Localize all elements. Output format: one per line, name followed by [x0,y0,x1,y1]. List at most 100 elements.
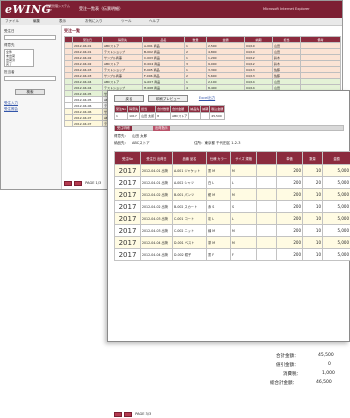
subtotal-value: 45,500 [318,353,334,358]
table-cell: 2017 [115,225,141,237]
table-cell: 2012-04-03 出荷 [141,225,173,237]
menu-item[interactable]: お気に入り [85,19,103,24]
table-row[interactable]: 20172012-04-02 出荷B-002 スカート赤 SS200105,00… [115,201,350,213]
table-cell: 紺 M [207,189,231,201]
detail-pager: PAGE 3/3 [114,412,151,418]
table-cell: 2012-04-07 [73,121,103,127]
summary-header-cell: 税込金額 [210,106,225,113]
table-row[interactable]: 20172012-04-02 出荷B-001 パンツ紺 MM200105,000 [115,189,350,201]
table-cell: 5,000 [323,177,350,189]
table-cell: M [231,225,257,237]
summary-header-cell: 納期 [201,106,210,113]
subtotal-label: 合計金額： [276,353,299,359]
logo-subtitle-line: ERP [46,9,70,13]
menu-item[interactable]: ヘルプ [149,19,160,24]
next-page-button[interactable] [124,412,132,417]
table-cell: 10 [303,225,323,237]
table-cell: B-001 パンツ [173,189,207,201]
table-cell: 2017 [115,249,141,261]
table-cell: 2017 [115,177,141,189]
customer-label: 得意先： [114,134,128,139]
table-row[interactable]: 20172012-04-03 出荷C-001 コート灰 LL200105,000 [115,213,350,225]
table-cell: M [231,189,257,201]
table-cell: 5,000 [323,237,350,249]
menu-item[interactable]: 編集 [33,19,40,24]
prev-page-button[interactable] [114,412,122,417]
pager: PAGE 1/3 [64,181,101,187]
page-indicator: PAGE 1/3 [85,181,101,185]
tax-label: 消費税： [283,371,301,377]
table-cell [257,225,277,237]
table-cell: 2012-04-02 出荷 [141,189,173,201]
summary-value-cell: 8 [156,113,171,120]
table-cell [257,165,277,177]
table-row[interactable]: 20172012-04-04 出荷D-002 帽子黒 FF200105,000 [115,249,350,261]
column-header: サイズ 規格 [231,152,257,165]
tax-value: 1,000 [322,371,335,376]
table-cell: 白 L [207,177,231,189]
delivery-address: 住所：東京都 千代田区 1-2-3 [194,141,240,146]
table-cell: 2017 [115,189,141,201]
menu-item[interactable]: ツール [121,19,132,24]
excel-link[interactable]: Excel出力 [192,95,222,102]
table-row[interactable]: 20172012-04-01 出荷A-001 ジャケット黒 MM200105,0… [115,165,350,177]
summary-header-cell: 納品先 [189,106,201,113]
summary-value-row: 11017山田 太郎8ABCストア45,500 [115,113,225,120]
back-button[interactable]: 戻る [114,95,144,102]
table-cell: S [231,201,257,213]
menu-item[interactable]: 表示 [59,19,66,24]
summary-header-cell: 受注No [115,106,128,113]
logo-subtitle: 販売管理システム ERP [46,5,70,12]
list-item[interactable]: 完了 [5,62,33,66]
status-list[interactable]: 全件 未出荷 出荷済 完了 [4,49,34,67]
table-cell: 2012-04-02 出荷 [141,201,173,213]
table-cell: 灰 L [207,213,231,225]
table-cell: 10 [303,165,323,177]
table-cell: 5,000 [323,225,350,237]
table-cell: 5,000 [323,213,350,225]
table-cell: C-002 ニット [173,225,207,237]
table-cell: 200 [277,237,303,249]
table-cell: M [231,237,257,249]
search-button[interactable]: 検索 [15,89,45,95]
table-cell: 2012-04-03 出荷 [141,213,173,225]
table-cell: 2012-04-04 出荷 [141,249,173,261]
table-cell: 200 [277,213,303,225]
prev-page-button[interactable] [64,181,72,186]
table-row[interactable]: 20172012-04-04 出荷D-001 ベスト茶 MM200105,000 [115,237,350,249]
date-field[interactable] [4,35,56,40]
menu-item[interactable]: ファイル [5,19,19,24]
table-cell [257,249,277,261]
link-order-entry[interactable]: 受注入力 [4,101,18,106]
table-row[interactable]: 20172012-04-01 出荷A-002 シャツ白 LL200205,000 [115,177,350,189]
table-cell: 200 [277,249,303,261]
tab-shipping[interactable]: 出荷指示 [153,126,170,131]
column-header: 金額 [323,152,350,165]
discount-label: 値引金額： [276,362,299,368]
total-value: 46,500 [316,380,332,385]
column-header: 受注日 出荷日 [141,152,173,165]
summary-value-cell [189,113,201,120]
preview-button[interactable]: 印刷プレビュー [148,95,188,102]
table-cell: 10 [303,201,323,213]
summary-value-cell: 1017 [128,113,140,120]
summary-value-cell: 45,500 [210,113,225,120]
staff-field[interactable] [4,76,56,81]
table-cell [257,237,277,249]
summary-table: 受注No得意先担当合計数量合計金額納品先納期税込金額 11017山田 太郎8AB… [114,105,225,120]
delivery-label: 納品先： [114,141,128,146]
tab-order-details[interactable]: 受注明細 [115,126,132,131]
table-cell: 黒 F [207,249,231,261]
link-order-inquiry[interactable]: 受注照会 [4,107,18,112]
table-cell: 5,000 [323,165,350,177]
discount-value: 0 [328,362,331,367]
table-row[interactable]: 20172012-04-03 出荷C-002 ニット緑 MM200105,000 [115,225,350,237]
table-cell: 5,000 [323,201,350,213]
customer-label: 得意先 [4,43,15,48]
detail-grid: 受注No受注日 出荷日品番 品名仕様 カラーサイズ 規格単価数量金額 20172… [114,151,350,261]
table-cell: 2017 [115,165,141,177]
next-page-button[interactable] [74,181,82,186]
table-cell: 20 [303,177,323,189]
app-header: eWING 販売管理システム ERP 受注一覧表（伝票明細） Microsoft… [1,1,342,18]
table-cell [257,189,277,201]
